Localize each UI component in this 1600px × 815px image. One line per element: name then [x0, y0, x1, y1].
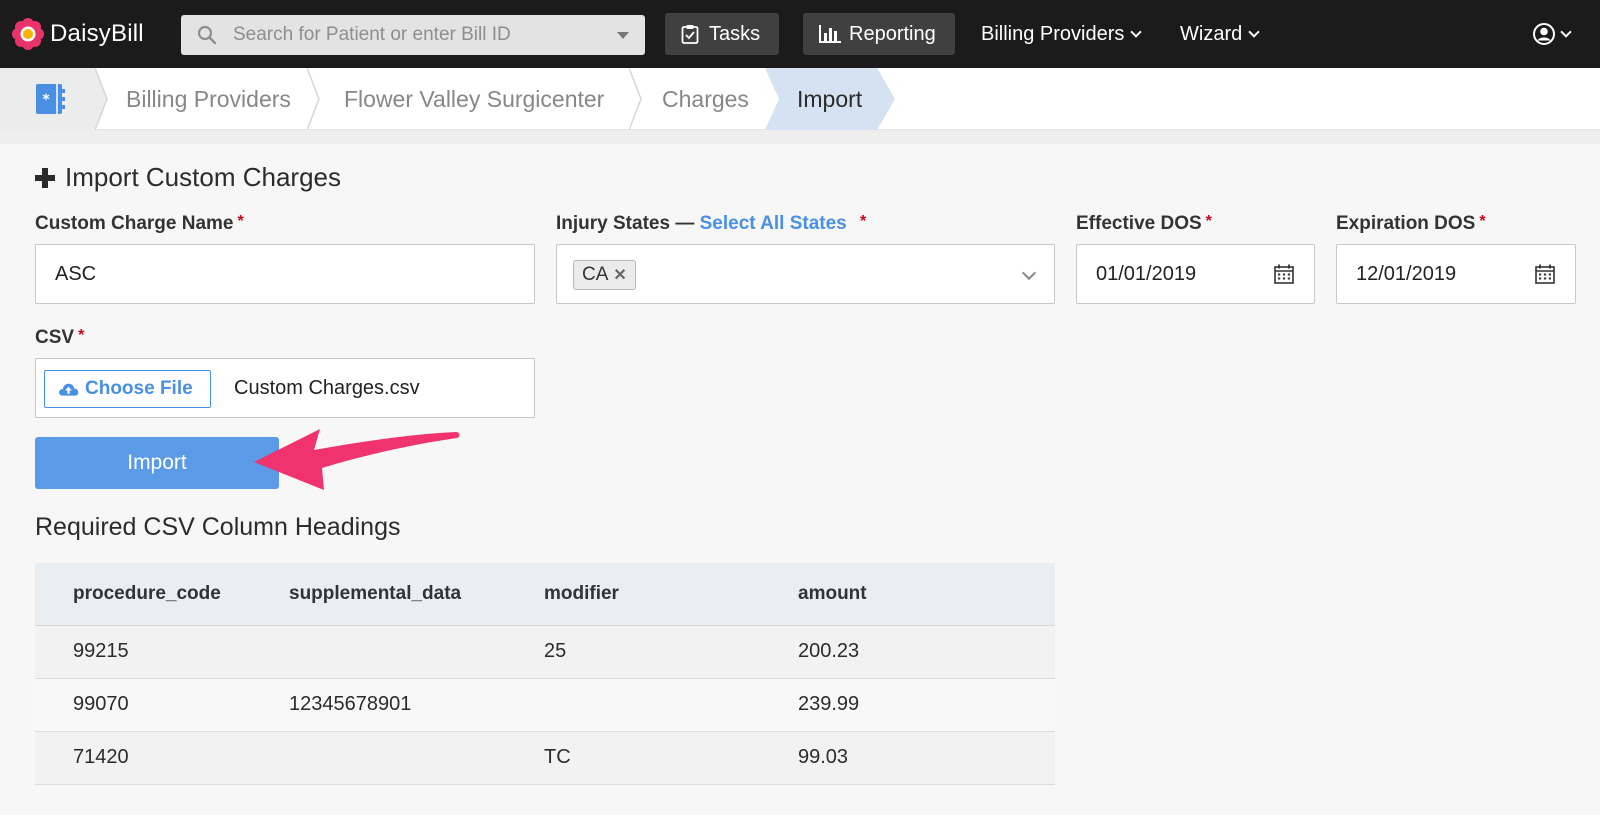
table-cell: [251, 625, 506, 679]
csv-file-field: Choose File Custom Charges.csv: [35, 358, 535, 418]
breadcrumb-home[interactable]: *: [0, 68, 95, 130]
table-row: 71420 TC 99.03: [35, 731, 1055, 785]
effective-dos-field[interactable]: 01/01/2019: [1076, 244, 1315, 304]
choose-file-button[interactable]: Choose File: [44, 370, 211, 408]
reporting-button[interactable]: Reporting: [803, 13, 955, 55]
table-cell: 200.23: [760, 625, 1055, 679]
table-row: 99070 12345678901 239.99: [35, 678, 1055, 732]
table-cell: 71420: [35, 731, 251, 785]
breadcrumb-import: Import: [797, 86, 863, 112]
calendar-icon[interactable]: [1535, 264, 1555, 284]
csv-label-text: CSV: [35, 327, 75, 348]
svg-text:*: *: [42, 92, 50, 108]
custom-charge-name-label: Custom Charge Name *: [35, 213, 244, 235]
chevron-down-icon: [1248, 25, 1260, 38]
breadcrumb-billing-providers[interactable]: Billing Providers: [126, 68, 291, 130]
select-all-states-link[interactable]: Select All States: [700, 213, 847, 234]
user-menu[interactable]: [1533, 13, 1572, 55]
bar-chart-icon: [819, 25, 841, 43]
custom-charge-name-label-text: Custom Charge Name: [35, 213, 234, 234]
table-cell: 99.03: [760, 731, 1055, 785]
calendar-icon[interactable]: [1274, 264, 1294, 284]
table-cell: 99070: [35, 678, 251, 732]
required-marker: *: [860, 213, 867, 230]
breadcrumb-separator: [95, 68, 108, 130]
expiration-dos-value: 12/01/2019: [1356, 263, 1457, 285]
search-placeholder: Search for Patient or enter Bill ID: [233, 24, 511, 45]
wizard-label: Wizard: [1180, 22, 1243, 45]
daisy-logo-icon: [12, 18, 44, 50]
injury-states-label: Injury States — Select All States *: [556, 213, 866, 235]
billing-providers-menu[interactable]: Billing Providers: [981, 13, 1143, 55]
injury-states-select[interactable]: CA ✕: [556, 244, 1055, 304]
breadcrumb-separator: [629, 68, 642, 130]
effective-dos-label: Effective DOS *: [1076, 213, 1212, 235]
page-title-text: Import Custom Charges: [65, 162, 341, 192]
wizard-menu[interactable]: Wizard: [1180, 13, 1260, 55]
expiration-dos-label: Expiration DOS *: [1336, 213, 1486, 235]
plus-icon: [35, 167, 55, 188]
required-marker: *: [237, 213, 244, 230]
injury-states-label-text: Injury States —: [556, 213, 695, 234]
required-columns-title: Required CSV Column Headings: [35, 513, 401, 541]
billing-providers-label: Billing Providers: [981, 22, 1125, 45]
column-header: amount: [760, 563, 1055, 626]
breadcrumb-flower-valley[interactable]: Flower Valley Surgicenter: [344, 68, 604, 130]
csv-label: CSV *: [35, 327, 84, 349]
table-cell: 99215: [35, 625, 251, 679]
chevron-down-icon: [1560, 25, 1572, 38]
search-icon: [197, 25, 217, 45]
required-marker: *: [1479, 213, 1486, 230]
contact-book-icon: *: [36, 84, 65, 114]
breadcrumb-separator: [307, 68, 320, 130]
tasks-button[interactable]: Tasks: [665, 13, 779, 55]
header-divider: [0, 130, 1600, 144]
user-circle-icon: [1533, 23, 1555, 45]
table-cell: 12345678901: [251, 678, 506, 732]
breadcrumb: * Billing Providers Flower Valley Surgic…: [0, 68, 1600, 130]
top-nav: DaisyBill Search for Patient or enter Bi…: [0, 0, 1600, 68]
table-cell: 25: [506, 625, 760, 679]
import-button[interactable]: Import: [35, 437, 279, 489]
table-cell: TC: [506, 731, 760, 785]
table-row: 99215 25 200.23: [35, 625, 1055, 679]
clipboard-check-icon: [681, 25, 699, 44]
state-tag-label: CA: [582, 264, 609, 285]
page-title: Import Custom Charges: [35, 162, 341, 193]
chevron-down-icon[interactable]: [1021, 265, 1037, 281]
expiration-dos-label-text: Expiration DOS: [1336, 213, 1476, 234]
expiration-dos-field[interactable]: 12/01/2019: [1336, 244, 1576, 304]
reporting-label: Reporting: [849, 22, 936, 45]
column-header: procedure_code: [35, 563, 251, 626]
pointer-arrow-annotation: [254, 429, 460, 490]
app-logo[interactable]: DaisyBill: [12, 17, 144, 51]
custom-charge-name-value: ASC: [55, 263, 97, 285]
required-marker: *: [78, 327, 85, 344]
selected-file-name: Custom Charges.csv: [234, 377, 420, 399]
breadcrumb-charges[interactable]: Charges: [662, 68, 749, 130]
required-columns-table: procedure_code supplemental_data modifie…: [35, 563, 1055, 785]
app-name: DaisyBill: [50, 20, 144, 47]
table-cell: [506, 678, 760, 732]
table-cell: 239.99: [760, 678, 1055, 732]
state-tag-ca: CA ✕: [573, 260, 636, 290]
caret-down-icon[interactable]: [617, 32, 629, 39]
custom-charge-name-field[interactable]: ASC: [35, 244, 535, 304]
column-header: modifier: [506, 563, 760, 626]
cloud-upload-icon: [59, 383, 79, 396]
table-cell: [251, 731, 506, 785]
remove-tag-icon[interactable]: ✕: [613, 267, 626, 284]
required-marker: *: [1205, 213, 1212, 230]
tasks-label: Tasks: [709, 22, 761, 45]
chevron-down-icon: [1130, 25, 1143, 38]
table-header-row: procedure_code supplemental_data modifie…: [35, 563, 1055, 626]
effective-dos-value: 01/01/2019: [1096, 263, 1197, 285]
choose-file-label: Choose File: [85, 378, 193, 399]
column-header: supplemental_data: [251, 563, 506, 626]
search-input[interactable]: Search for Patient or enter Bill ID: [181, 15, 645, 55]
effective-dos-label-text: Effective DOS: [1076, 213, 1202, 234]
